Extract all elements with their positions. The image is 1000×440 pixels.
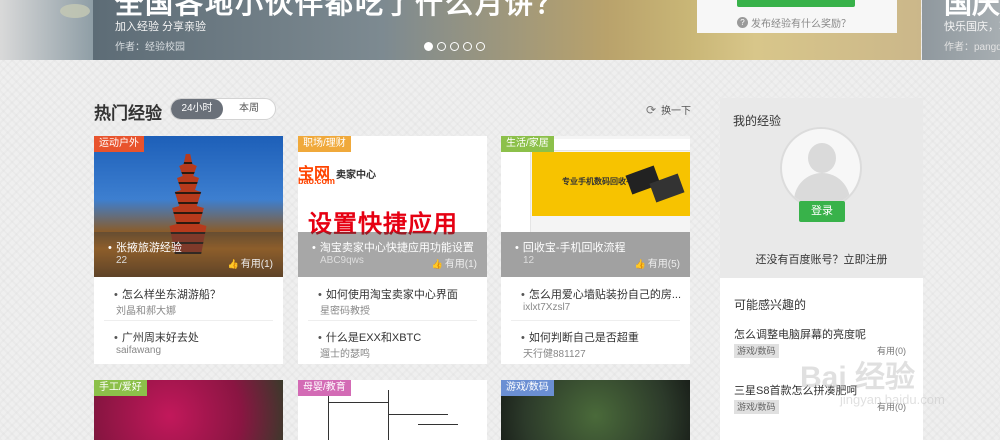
experience-card: 运动户外 张掖旅游经验 22 👍有用(1) 怎么样坐东湖游船？ 刘晶和郝大娜 广… [94, 136, 283, 364]
category-tag[interactable]: 手工/爱好 [94, 380, 147, 396]
baidu-watermark: Bai 经验 jingyan.baidu.com [800, 352, 945, 407]
reward-link-label: 发布经验有什么奖励？ [751, 19, 851, 30]
list-item-author[interactable]: 刘晶和郝大娜 [116, 302, 176, 317]
list-item-author[interactable]: 天行健881127 [523, 345, 586, 360]
card-like[interactable]: 👍 有用(1) [228, 255, 273, 270]
list-item-author[interactable]: 星密码教授 [320, 302, 370, 317]
seller-center-label: 卖家中心 [336, 170, 376, 181]
card-author[interactable]: 22 [116, 255, 127, 266]
site-hero-image: 专业手机数码回收平台 [532, 152, 690, 216]
carousel-dot-5[interactable] [476, 42, 485, 51]
list-item-title[interactable]: 如何判断自己是否超重 [521, 329, 639, 345]
list-item-title[interactable]: 什么是EXX和XBTC [318, 329, 421, 345]
leaf-image [60, 4, 90, 18]
my-experience-panel: 我的经验 登录 还没有百度账号？立即注册 [720, 98, 923, 278]
watermark-url: jingyan.baidu.com [840, 392, 945, 407]
refresh-button[interactable]: ⟳ 换一下 [646, 102, 692, 118]
list-item-author[interactable]: saifawang [116, 345, 161, 356]
interest-item-title[interactable]: 怎么调整电脑屏幕的亮度呢 [734, 326, 914, 342]
question-icon: ? [737, 17, 748, 28]
experience-card: 手工/爱好 [94, 380, 283, 440]
banner-carousel[interactable]: 全国各地小伙伴都吃了什么月饼？ 加入经验 分享亲验 作者：经验校园 ? 发布经验… [0, 0, 1000, 60]
banner-next-author: 作者：pangd [944, 42, 1000, 53]
circuit-line [328, 394, 329, 440]
card-like-count: 有用(5) [647, 259, 680, 270]
login-button[interactable]: 登录 [799, 201, 845, 222]
list-item-title[interactable]: 广州周末好去处 [114, 329, 199, 345]
list-item-title[interactable]: 如何使用淘宝卖家中心界面 [318, 286, 458, 302]
circuit-line [388, 390, 389, 440]
publish-panel: ? 发布经验有什么奖励？ [697, 0, 897, 33]
tab-week[interactable]: 本周 [223, 99, 275, 119]
taobao-url: bao.com [298, 176, 336, 186]
hot-section-title: 热门经验 [94, 104, 162, 123]
banner-next-slide[interactable]: 国庆自驾 快乐国庆，享受自驾 作者：pangd [922, 0, 1000, 60]
carousel-dot-4[interactable] [463, 42, 472, 51]
carousel-dots [424, 42, 485, 51]
avatar [780, 127, 862, 209]
category-tag[interactable]: 游戏/数码 [734, 400, 779, 414]
circuit-line [328, 402, 388, 403]
watermark-logo: Bai 经验 [800, 361, 916, 394]
avatar-head-icon [808, 143, 836, 173]
refresh-label: 换一下 [661, 106, 692, 117]
banner-subtitle: 加入经验 分享亲验 [115, 21, 207, 33]
period-toggle: 24小时 本周 [170, 98, 276, 120]
card-author[interactable]: 12 [523, 255, 534, 266]
experience-card: 专业手机数码回收平台 生活/家居 回收宝-手机回收流程 12 👍有用(5) 怎么… [501, 136, 690, 364]
publish-button[interactable] [737, 0, 855, 7]
list-item-title[interactable]: 怎么样坐东湖游船？ [114, 286, 221, 302]
thumbs-up-icon: 👍 [634, 259, 646, 269]
category-tag[interactable]: 游戏/数码 [501, 380, 554, 396]
circuit-line [388, 414, 448, 415]
interest-title: 可能感兴趣的 [734, 298, 807, 312]
carousel-dot-1[interactable] [424, 42, 433, 51]
category-tag[interactable]: 运动户外 [94, 136, 144, 152]
card-author[interactable]: ABC9qws [320, 255, 364, 266]
divider [104, 320, 273, 321]
category-tag[interactable]: 母婴/教育 [298, 380, 351, 396]
list-item[interactable]: 怎么调整电脑屏幕的亮度呢 游戏/数码 有用(0) [734, 326, 914, 358]
reward-link[interactable]: ? 发布经验有什么奖励？ [737, 15, 851, 30]
list-item-author[interactable]: ixlxt7Xzsl7 [523, 302, 570, 313]
card-title[interactable]: 回收宝-手机回收流程 [515, 239, 626, 255]
carousel-dot-3[interactable] [450, 42, 459, 51]
card-title[interactable]: 淘宝卖家中心快捷应用功能设置 [312, 239, 474, 255]
card-like-count: 有用(1) [444, 259, 477, 270]
thumbs-up-icon: 👍 [227, 259, 239, 269]
tab-24h[interactable]: 24小时 [171, 99, 223, 119]
card-title[interactable]: 张掖旅游经验 [108, 239, 182, 255]
experience-card: 母婴/教育 [298, 380, 487, 440]
list-item-title[interactable]: 怎么用爱心墙贴装扮自己的房... [521, 286, 681, 302]
banner-prev-slide[interactable] [0, 0, 93, 60]
category-tag[interactable]: 游戏/数码 [734, 344, 779, 358]
divider [308, 320, 477, 321]
carousel-dot-2[interactable] [437, 42, 446, 51]
experience-card: 游戏/数码 [501, 380, 690, 440]
register-link[interactable]: 还没有百度账号？立即注册 [720, 251, 923, 267]
category-tag[interactable]: 职场/理财 [298, 136, 351, 152]
card-like[interactable]: 👍 有用(5) [635, 255, 680, 270]
list-item-author[interactable]: 遛士的瑟鸣 [320, 345, 370, 360]
site-nav-image [501, 152, 531, 232]
divider [511, 320, 680, 321]
my-experience-title: 我的经验 [733, 114, 782, 128]
experience-card: 宝网 bao.com 卖家中心 设置快捷应用 职场/理财 淘宝卖家中心快捷应用功… [298, 136, 487, 364]
thumbs-up-icon: 👍 [431, 259, 443, 269]
circuit-line [418, 424, 458, 425]
refresh-icon: ⟳ [646, 102, 657, 117]
banner-next-subtitle: 快乐国庆，享受自驾 [944, 21, 1000, 33]
banner-author: 作者：经验校园 [115, 42, 185, 53]
card-like-count: 有用(1) [240, 259, 273, 270]
card-like[interactable]: 👍 有用(1) [432, 255, 477, 270]
category-tag[interactable]: 生活/家居 [501, 136, 554, 152]
